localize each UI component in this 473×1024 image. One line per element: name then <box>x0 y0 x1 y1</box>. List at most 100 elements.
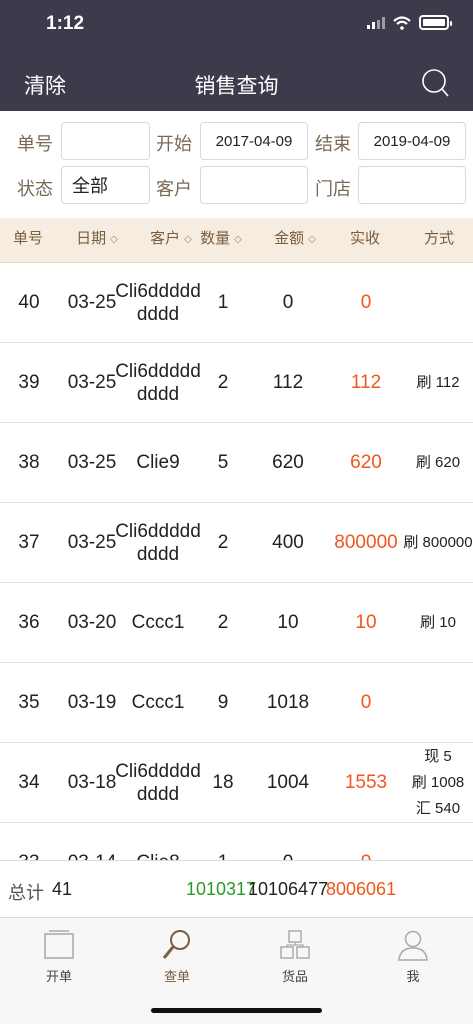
search-icon[interactable] <box>421 68 449 98</box>
tab-me[interactable]: 我 <box>354 928 472 985</box>
cell-no: 38 <box>18 452 40 473</box>
table-row[interactable]: 40 03-25 Cli6ddddd dddd 1 0 0 <box>0 263 473 343</box>
sort-icon: ◇ <box>308 234 316 245</box>
col-header-amount[interactable]: 金额 ◇ <box>260 218 330 263</box>
cell-amount: 0 <box>282 292 294 313</box>
boxes-icon <box>280 930 310 959</box>
cell-payment-method: 刷 10 <box>395 583 473 662</box>
cell-no: 33 <box>0 823 58 860</box>
status-label: 状态 <box>17 179 53 199</box>
col-header-customer[interactable]: 客户 ◇ <box>135 218 207 263</box>
totals-label: 总计 <box>8 883 44 903</box>
cell-payment-method: 刷 112 <box>395 343 473 422</box>
wifi-icon <box>393 15 411 30</box>
cell-amount: 1004 <box>266 772 310 793</box>
table-row[interactable]: 3303-14Clie8100 <box>0 823 473 860</box>
payment-line: 刷 112 <box>416 373 460 391</box>
cell-qty: 1 <box>217 292 229 313</box>
payment-line: 现 5 <box>424 747 452 765</box>
cell-amount: 10 <box>277 612 299 633</box>
filter-panel: 单号 开始 2017-04-09 结束 2019-04-09 状态 全部 客户 … <box>0 111 473 218</box>
store-input[interactable] <box>358 166 466 204</box>
totals-received: 8006061 <box>326 879 397 899</box>
sales-table[interactable]: 40 03-25 Cli6ddddd dddd 1 0 0 39 03-25 Cli6ddddd… <box>0 263 473 860</box>
status-select[interactable]: 全部 <box>61 166 150 204</box>
tab-new-order[interactable]: 开单 <box>0 928 118 985</box>
cell-no: 39 <box>18 372 40 393</box>
col-header-qty[interactable]: 数量 ◇ <box>200 218 242 263</box>
tab-label: 查单 <box>163 969 190 984</box>
cell-payment-method: 刷 620 <box>395 423 473 502</box>
cell-customer: Cccc1 <box>131 612 185 633</box>
cell-no: 40 <box>18 292 40 313</box>
cell-payment-method: 刷 800000 <box>395 503 473 582</box>
col-header-no: 单号 <box>12 230 43 247</box>
top-bar: 1:12 清除 销售查询 <box>0 0 473 111</box>
battery-icon <box>419 15 452 30</box>
sort-icon: ◇ <box>234 234 242 245</box>
end-date-field[interactable]: 2019-04-09 <box>358 122 466 160</box>
tab-label: 开单 <box>45 969 72 984</box>
table-row[interactable]: 37 03-25 Cli6ddddd dddd 2 400 800000 刷 800000 <box>0 503 473 583</box>
status-icons <box>367 15 452 30</box>
cell-amount: 0 <box>253 823 323 860</box>
col-header-date[interactable]: 日期 ◇ <box>62 218 132 263</box>
cell-qty: 1 <box>204 823 242 860</box>
sort-icon: ◇ <box>110 234 118 245</box>
sort-icon: ◇ <box>184 234 192 245</box>
cell-qty: 2 <box>217 532 229 553</box>
status-time: 1:12 <box>46 13 85 34</box>
table-row[interactable]: 39 03-25 Cli6ddddd dddd 2 112 112 刷 112 <box>0 343 473 423</box>
customer-label: 客户 <box>156 179 192 199</box>
cell-customer: Cli6ddddd dddd <box>115 520 201 565</box>
cell-payment-method <box>395 663 473 742</box>
totals-amount: 10106477 <box>248 879 329 899</box>
order-no-input[interactable] <box>61 122 150 160</box>
start-date-label: 开始 <box>156 134 192 154</box>
cell-no: 36 <box>18 612 40 633</box>
totals-bar: 总计 41 1010317 10106477 8006061 <box>0 860 473 918</box>
home-indicator <box>151 1008 322 1013</box>
table-row[interactable]: 34 03-18 Cli6ddddd dddd 18 1004 1553 现 5刷 1008… <box>0 743 473 823</box>
cell-no: 35 <box>18 692 40 713</box>
start-date-field[interactable]: 2017-04-09 <box>200 122 308 160</box>
cell-payment-method: 现 5 刷 1008 汇 540 <box>395 743 473 822</box>
table-row[interactable]: 38 03-25 Clie9 5 620 620 刷 620 <box>0 423 473 503</box>
totals-count: 41 <box>52 879 73 899</box>
totals-qty: 1010317 <box>186 879 257 899</box>
cell-qty: 2 <box>217 612 229 633</box>
cell-no: 37 <box>18 532 40 553</box>
payment-line: 刷 10 <box>420 613 456 631</box>
tab-search-order[interactable]: 查单 <box>118 928 236 985</box>
cell-customer: Clie9 <box>136 452 180 473</box>
payment-line: 刷 800000 <box>403 533 473 551</box>
table-row[interactable]: 36 03-20 Cccc1 2 10 10 刷 10 <box>0 583 473 663</box>
order-no-label: 单号 <box>17 134 53 154</box>
payment-line: 刷 620 <box>415 453 461 471</box>
store-label: 门店 <box>315 179 351 199</box>
tab-label: 货品 <box>281 969 308 984</box>
cell-qty: 5 <box>217 452 229 473</box>
tab-goods[interactable]: 货品 <box>236 928 354 985</box>
cell-payment-method <box>395 263 473 342</box>
page-title: 销售查询 <box>194 75 279 98</box>
payment-line: 刷 1008 <box>411 773 465 791</box>
cell-qty: 18 <box>212 772 234 793</box>
cell-amount: 620 <box>272 452 304 473</box>
cell-qty: 2 <box>217 372 229 393</box>
cell-customer: Cli6ddddd dddd <box>115 360 201 405</box>
cell-qty: 9 <box>217 692 229 713</box>
signal-icon <box>367 16 385 29</box>
cell-payment-method <box>395 823 473 860</box>
cell-customer: Clie8 <box>112 823 204 860</box>
document-icon <box>44 930 74 959</box>
tab-label: 我 <box>406 969 420 984</box>
cell-amount: 400 <box>272 532 304 553</box>
cell-customer: Cccc1 <box>131 692 185 713</box>
end-date-label: 结束 <box>315 134 351 154</box>
cell-amount: 112 <box>272 372 304 393</box>
customer-input[interactable] <box>200 166 308 204</box>
table-row[interactable]: 35 03-19 Cccc1 9 1018 0 <box>0 663 473 743</box>
magnifier-icon <box>162 930 190 959</box>
col-header-received: 实收 <box>349 230 380 247</box>
